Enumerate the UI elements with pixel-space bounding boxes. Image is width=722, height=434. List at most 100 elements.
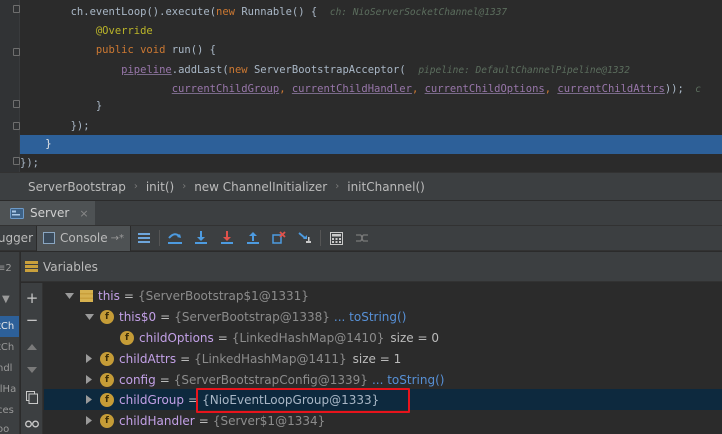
variable-size: size = 0 — [390, 330, 439, 345]
code-token: }); — [20, 157, 39, 169]
show-execution-point-button[interactable] — [131, 226, 157, 250]
to-string-link[interactable]: ... toString() — [372, 373, 444, 387]
step-into-icon — [195, 231, 208, 244]
add-watch-button[interactable]: + — [23, 289, 41, 307]
frame-item[interactable]: ces — [0, 400, 19, 421]
equals-sign: = — [160, 309, 171, 324]
variable-value: {NioEventLoopGroup@1333} — [202, 392, 380, 407]
close-icon[interactable]: × — [79, 207, 88, 220]
code-token: public void — [95, 44, 172, 56]
tree-collapsed-icon[interactable] — [84, 395, 94, 405]
run-config-icon — [10, 207, 24, 219]
run-to-cursor-icon — [298, 232, 312, 243]
variable-value: {LinkedHashMap@1411} — [194, 351, 347, 366]
move-up-button[interactable] — [23, 338, 41, 356]
step-out-button[interactable] — [240, 226, 266, 250]
tab-console[interactable]: Console →* — [36, 225, 132, 251]
variable-row[interactable]: f childOptions = {LinkedHashMap@1410} si… — [44, 327, 722, 348]
code-token: @Override — [95, 25, 153, 37]
variables-tree[interactable]: this = {ServerBootstrap$1@1331} f this$0… — [44, 283, 722, 434]
frame-item[interactable]: ndl — [0, 358, 19, 379]
variable-row[interactable]: this = {ServerBootstrap$1@1331} — [44, 285, 722, 306]
evaluate-expression-button[interactable] — [323, 226, 349, 250]
step-over-icon — [168, 233, 183, 244]
code-token: eventLoop — [89, 6, 147, 18]
tree-collapsed-icon[interactable] — [84, 375, 94, 385]
variable-row-selected[interactable]: f childGroup = {NioEventLoopGroup@1333} — [44, 389, 722, 410]
code-token: )); — [664, 83, 684, 95]
move-down-button[interactable] — [23, 361, 41, 379]
code-token: run — [171, 44, 191, 56]
tree-collapsed-icon[interactable] — [84, 354, 94, 364]
to-string-link[interactable]: ... toString() — [334, 310, 406, 324]
fold-marker[interactable] — [13, 100, 20, 108]
step-into-button[interactable] — [188, 226, 214, 250]
trace-current-stream-button[interactable] — [349, 226, 375, 250]
field-icon: f — [100, 351, 114, 366]
breadcrumb-item[interactable]: ServerBootstrap — [28, 180, 126, 194]
object-icon — [80, 289, 93, 302]
tab-debugger[interactable]: ugger — [0, 226, 36, 251]
lines-icon — [138, 233, 151, 243]
frames-strip[interactable]: ≡2 ▼ tCh tCh ndl llHa ces oo — [0, 252, 20, 434]
force-step-into-button[interactable] — [214, 226, 240, 250]
variable-row[interactable]: f childAttrs = {LinkedHashMap@1411} size… — [44, 348, 722, 369]
tree-no-expand — [104, 333, 114, 343]
frame-item[interactable]: tCh — [0, 316, 19, 337]
tree-expand-icon[interactable] — [64, 291, 74, 301]
variable-value: {LinkedHashMap@1410} — [231, 330, 385, 345]
frame-item[interactable]: tCh — [0, 337, 19, 358]
code-line[interactable]: public void run() { — [20, 41, 722, 60]
chevron-down-icon — [27, 367, 37, 373]
tree-expand-icon[interactable] — [84, 312, 94, 322]
code-token: currentChildGroup — [171, 83, 280, 95]
editor-gutter[interactable] — [0, 0, 20, 172]
code-line[interactable]: }); — [20, 154, 722, 172]
breadcrumb: ServerBootstrap › init() › new ChannelIn… — [0, 172, 722, 200]
code-line[interactable]: } — [20, 97, 722, 116]
run-to-cursor-button[interactable] — [292, 226, 318, 250]
field-icon: f — [100, 392, 114, 407]
code-token: currentChildAttrs — [557, 83, 665, 95]
code-token: c — [683, 84, 701, 95]
step-over-button[interactable] — [162, 226, 188, 250]
code-line[interactable]: pipeline.addLast(new ServerBootstrapAcce… — [20, 61, 722, 80]
breadcrumb-item[interactable]: new ChannelInitializer — [194, 180, 327, 194]
code-token: pipeline: DefaultChannelPipeline@1332 — [418, 65, 630, 76]
frame-item[interactable]: llHa — [0, 379, 19, 400]
code-line-current[interactable]: } — [20, 135, 722, 154]
variable-row[interactable]: f childHandler = {Server$1@1334} — [44, 410, 722, 431]
variable-name: childGroup — [119, 392, 185, 407]
frame-item[interactable]: oo — [0, 419, 19, 434]
chevron-up-icon — [27, 344, 37, 350]
code-token: Runnable — [241, 6, 292, 18]
breadcrumb-item[interactable]: init() — [146, 180, 174, 194]
code-editor[interactable]: ch.eventLoop().execute(new Runnable() { … — [0, 0, 722, 172]
code-token: pipeline — [121, 64, 172, 76]
code-line[interactable]: @Override — [20, 22, 722, 41]
code-line[interactable]: }); — [20, 117, 722, 136]
code-token: } — [45, 138, 52, 150]
fold-marker[interactable] — [13, 122, 20, 130]
code-line[interactable]: ch.eventLoop().execute(new Runnable() { … — [20, 3, 722, 22]
equals-sign: = — [217, 330, 228, 345]
fold-marker[interactable] — [13, 5, 20, 13]
tree-collapsed-icon[interactable] — [84, 416, 94, 426]
breadcrumb-item[interactable]: initChannel() — [347, 180, 425, 194]
fold-marker[interactable] — [13, 48, 20, 56]
frame-filter-icon[interactable]: ▼ — [0, 289, 19, 310]
code-token: ch: NioServerSocketChannel@1337 — [329, 7, 508, 18]
view-as-button[interactable] — [23, 415, 41, 433]
copy-button[interactable] — [23, 388, 41, 406]
field-icon: f — [100, 372, 114, 387]
variable-row[interactable]: f this$0 = {ServerBootstrap@1338} ... to… — [44, 306, 722, 327]
equals-sign: = — [180, 351, 191, 366]
drop-frame-button[interactable] — [266, 226, 292, 250]
variable-value: {ServerBootstrap$1@1331} — [137, 288, 309, 303]
variable-row[interactable]: f config = {ServerBootstrapConfig@1339} … — [44, 369, 722, 390]
debug-session-tab[interactable]: Server × — [0, 201, 95, 225]
fold-marker[interactable] — [13, 157, 20, 165]
code-token: currentChildHandler — [291, 83, 412, 95]
remove-watch-button[interactable]: − — [23, 311, 41, 329]
